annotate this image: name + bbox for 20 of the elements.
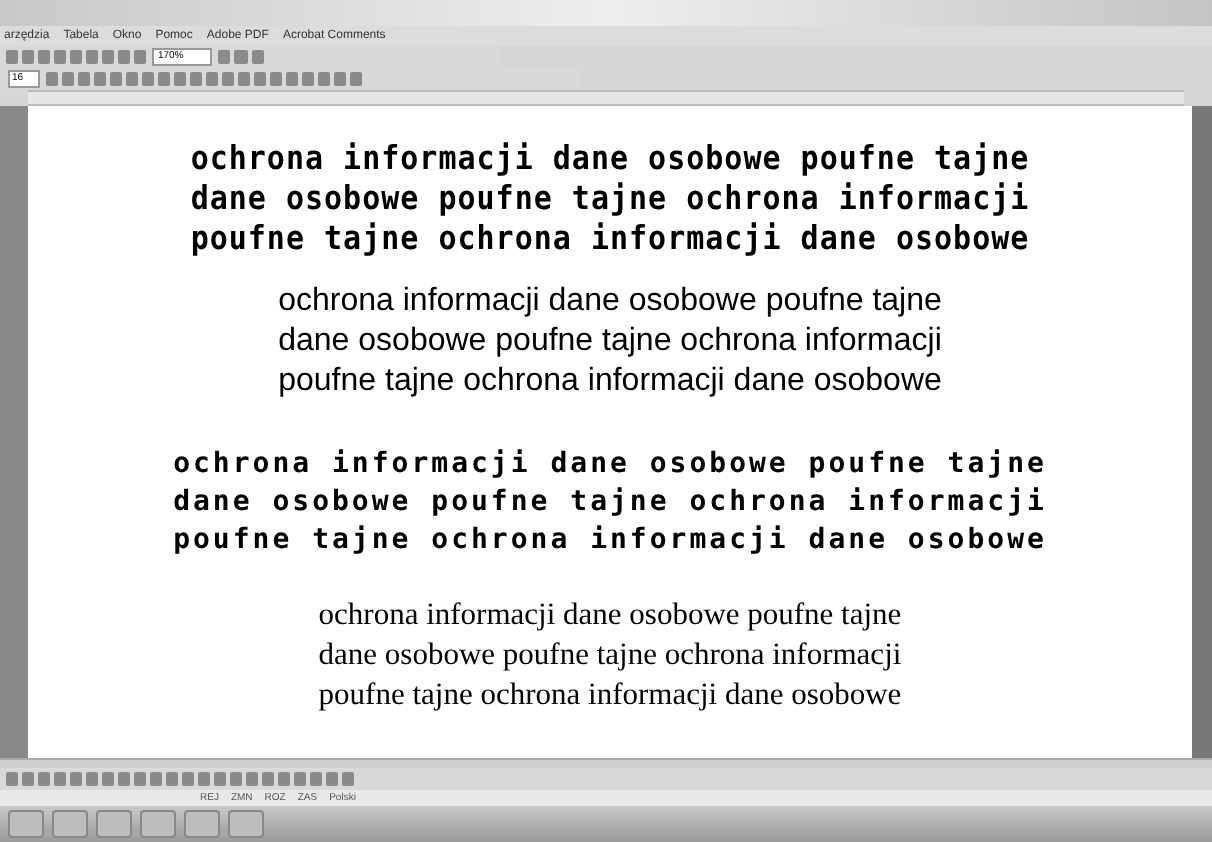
document-text-line: poufne tajne ochrona informacji dane osobowe: [190, 216, 1030, 260]
document-text-line: poufne tajne ochrona informacji dane osobowe: [278, 362, 942, 402]
document-text-line: ochrona informacji dane osobowe poufne tajne: [190, 136, 1030, 180]
document-text-line: dane osobowe poufne tajne ochrona informacji: [190, 176, 1030, 220]
taskbar-icon[interactable]: [52, 810, 88, 838]
document-text-line: dane osobowe poufne tajne ochrona informacji: [318, 636, 902, 676]
vertical-scrollbar[interactable]: [1192, 106, 1212, 758]
taskbar-icon[interactable]: [228, 810, 264, 838]
document-text-line: poufne tajne ochrona informacji dane osobowe: [318, 676, 902, 716]
document-text-line: ochrona informacji dane osobowe poufne tajne: [318, 596, 902, 636]
document-text-line: ochrona informacji dane osobowe poufne tajne: [278, 282, 942, 322]
document-text-line: poufne tajne ochrona informacji dane osobowe: [173, 522, 1047, 560]
document-text-line: ochrona informacji dane osobowe poufne tajne: [173, 446, 1047, 484]
horizontal-scrollbar[interactable]: [0, 758, 1212, 768]
taskbar-icon[interactable]: [184, 810, 220, 838]
taskbar-icon[interactable]: [96, 810, 132, 838]
taskbar-icon[interactable]: [8, 810, 44, 838]
taskbar-icon[interactable]: [140, 810, 176, 838]
document-text-line: dane osobowe poufne tajne ochrona informacji: [278, 322, 942, 362]
document-text-line: dane osobowe poufne tajne ochrona informacji: [173, 484, 1047, 522]
